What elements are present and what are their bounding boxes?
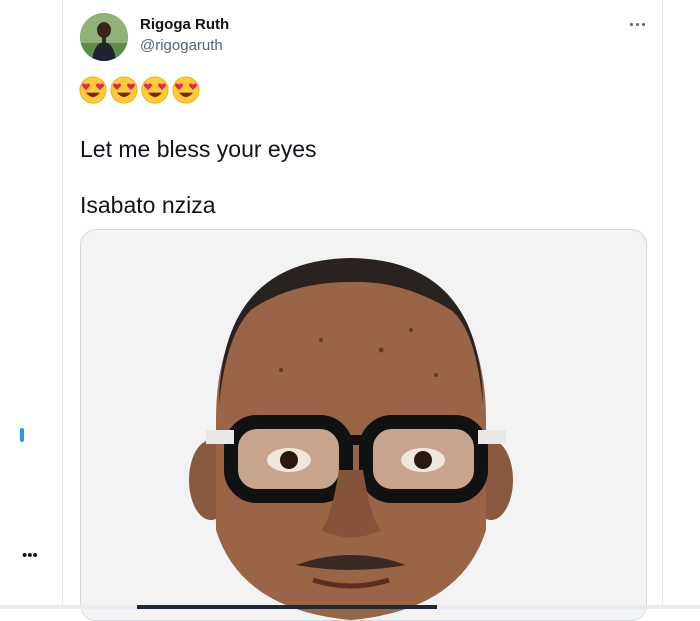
portrait-photo <box>81 230 646 620</box>
avatar[interactable] <box>80 13 128 61</box>
display-name[interactable]: Rigoga Ruth <box>140 16 229 33</box>
tweet-card[interactable]: Rigoga Ruth @rigogaruth Let me bless you… <box>62 0 663 621</box>
heart-eyes-emoji-icon <box>172 76 200 104</box>
bottom-scroll-bar <box>0 605 700 609</box>
tweet-media-image[interactable] <box>80 229 647 621</box>
user-handle[interactable]: @rigogaruth <box>140 37 223 54</box>
nav-indicator <box>20 428 24 442</box>
bottom-scroll-segment <box>137 605 437 609</box>
tweet-text-line-1: Let me bless your eyes <box>80 136 317 162</box>
tweet-text-line-2: Isabato nziza <box>80 192 216 218</box>
heart-eyes-emoji-icon <box>79 76 107 104</box>
more-horizontal-icon <box>629 22 633 26</box>
emoji-row <box>79 76 200 104</box>
avatar-image <box>80 13 128 61</box>
left-gutter: ••• <box>0 0 62 609</box>
heart-eyes-emoji-icon <box>141 76 169 104</box>
more-options-button[interactable] <box>625 14 649 34</box>
more-nav-icon[interactable]: ••• <box>22 548 38 563</box>
heart-eyes-emoji-icon <box>110 76 138 104</box>
